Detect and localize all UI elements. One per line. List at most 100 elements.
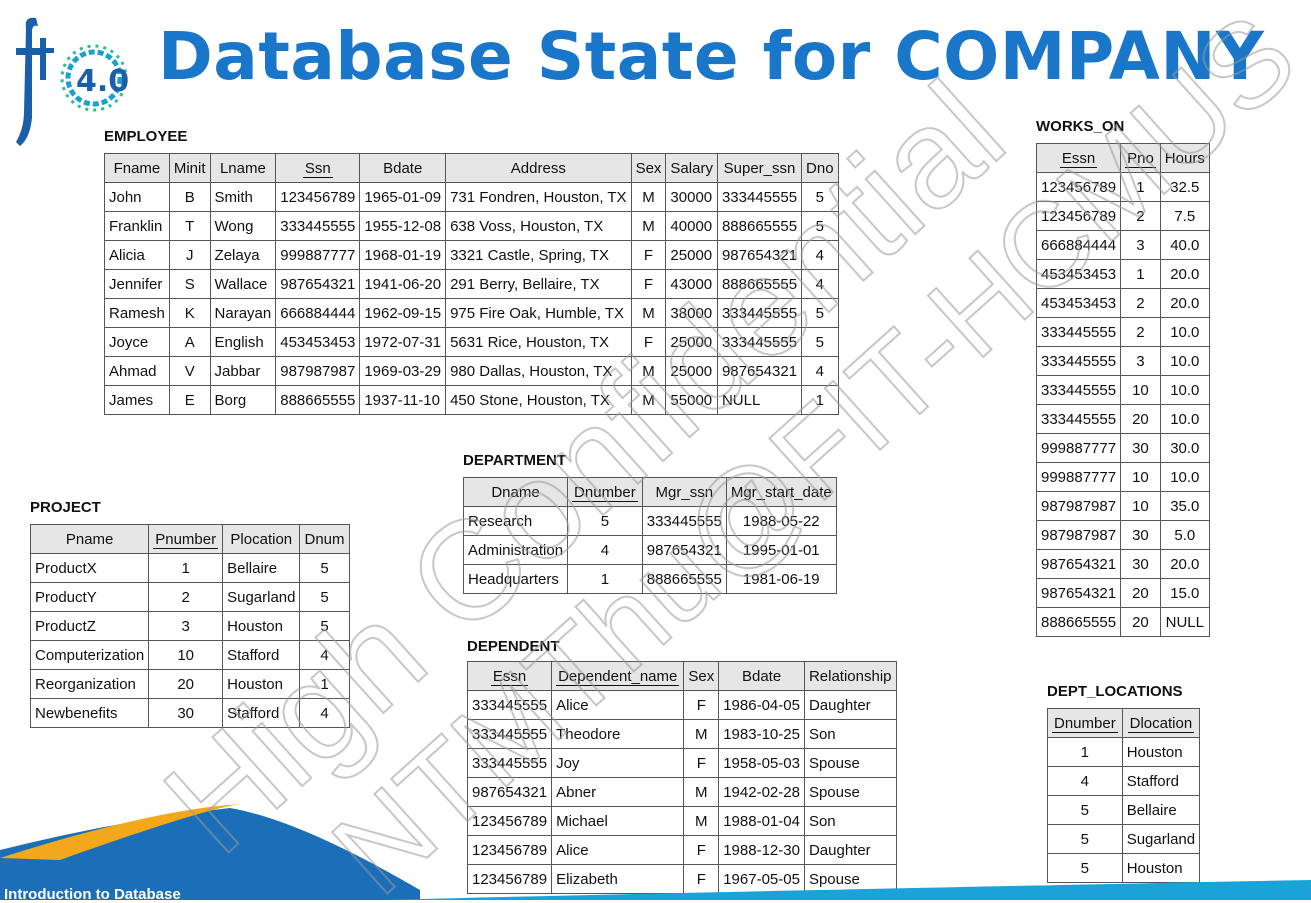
column-header: Dnumber — [567, 477, 643, 507]
table-row: 333445555 20 10.0 — [1035, 404, 1210, 434]
column-header: Mgr_ssn — [641, 477, 727, 507]
table-cell: 666884444 — [275, 298, 361, 328]
table-cell: 888665555 — [275, 385, 361, 415]
header-row: Dname Dnumber Mgr_ssn Mgr_start_date — [462, 477, 837, 507]
table-cell: 25000 — [665, 356, 718, 386]
table-row: 333445555 Alice F 1986-04-05 Daughter — [466, 690, 897, 720]
table-row: 888665555 20 NULL — [1035, 607, 1210, 637]
table-row: 987987987 30 5.0 — [1035, 520, 1210, 550]
table-cell: 4 — [801, 269, 839, 299]
column-header: Address — [445, 153, 632, 183]
table-cell: 333445555 — [1035, 317, 1122, 347]
table-cell: 1981-06-19 — [725, 564, 837, 594]
table-cell: Stafford — [222, 698, 301, 728]
table-cell: 1955-12-08 — [359, 211, 447, 241]
table-row: Alicia J Zelaya 999887777 1968-01-19 3321 Cas… — [104, 240, 839, 270]
table-cell: NULL — [1159, 607, 1210, 637]
table-cell: 5 — [299, 582, 350, 612]
table-cell: B — [168, 182, 211, 212]
table-row: Administration 4 987654321 1995-01-01 — [462, 535, 837, 565]
table-cell: 999887777 — [275, 240, 361, 270]
table-row: ProductZ 3 Houston 5 — [29, 611, 350, 641]
table-cell: 888665555 — [716, 269, 803, 299]
table-cell: Son — [803, 719, 897, 749]
table-cell: F — [683, 690, 720, 720]
table-cell: 333445555 — [716, 327, 803, 357]
table-cell: 1995-01-01 — [725, 535, 837, 565]
table-cell: 40000 — [665, 211, 718, 241]
table-cell: Stafford — [222, 640, 301, 670]
table-cell: 2 — [1120, 288, 1161, 318]
table-cell: Ahmad — [104, 356, 170, 386]
column-header: Dlocation — [1121, 708, 1201, 738]
table-cell: 987654321 — [275, 269, 361, 299]
table-cell: 888665555 — [716, 211, 803, 241]
department-table: Dname Dnumber Mgr_ssn Mgr_start_date Researc… — [462, 477, 837, 594]
table-cell: 888665555 — [641, 564, 727, 594]
table-row: 333445555 Joy F 1958-05-03 Spouse — [466, 748, 897, 778]
table-cell: 453453453 — [275, 327, 361, 357]
table-cell: 1983-10-25 — [718, 719, 805, 749]
table-row: 453453453 2 20.0 — [1035, 288, 1210, 318]
column-header: Salary — [665, 153, 718, 183]
footer-swoosh — [0, 804, 1311, 900]
table-cell: 30 — [1120, 520, 1161, 550]
table-cell: 20.0 — [1159, 288, 1210, 318]
table-cell: 5 — [801, 298, 839, 328]
table-cell: 20 — [1120, 404, 1161, 434]
table-row: ProductY 2 Sugarland 5 — [29, 582, 350, 612]
footer-course-title: Introduction to Database — [4, 886, 181, 903]
table-cell: 40.0 — [1159, 230, 1210, 260]
table-cell: 43000 — [665, 269, 718, 299]
table-cell: 55000 — [665, 385, 718, 415]
table-cell: 10.0 — [1159, 346, 1210, 376]
column-header: Dependent_name — [551, 661, 685, 691]
column-header: Essn — [466, 661, 553, 691]
table-cell: 1968-01-19 — [359, 240, 447, 270]
table-cell: Wallace — [209, 269, 277, 299]
table-cell: V — [168, 356, 211, 386]
table-cell: 15.0 — [1159, 578, 1210, 608]
table-cell: 1 — [801, 385, 839, 415]
table-cell: 333445555 — [1035, 375, 1122, 405]
table-cell: 987987987 — [1035, 491, 1122, 521]
table-cell: 4 — [299, 698, 350, 728]
table-cell: 4 — [801, 240, 839, 270]
table-cell: 987654321 — [716, 356, 803, 386]
table-cell: 5 — [801, 182, 839, 212]
table-cell: F — [630, 269, 667, 299]
table-row: 1 Houston — [1047, 737, 1201, 767]
table-cell: 4 — [299, 640, 350, 670]
table-cell: 10 — [1120, 375, 1161, 405]
table-cell: 333445555 — [716, 298, 803, 328]
table-cell: ProductY — [29, 582, 150, 612]
table-cell: K — [168, 298, 211, 328]
table-cell: 333445555 — [466, 690, 553, 720]
table-cell: 333445555 — [1035, 346, 1122, 376]
table-row: Newbenefits 30 Stafford 4 — [29, 698, 350, 728]
table-cell: 38000 — [665, 298, 718, 328]
table-cell: 10 — [1120, 462, 1161, 492]
column-header: Essn — [1035, 143, 1122, 173]
table-cell: 1962-09-15 — [359, 298, 447, 328]
table-cell: F — [630, 327, 667, 357]
table-cell: 20 — [1120, 578, 1161, 608]
table-row: ProductX 1 Bellaire 5 — [29, 553, 350, 583]
table-cell: 3321 Castle, Spring, TX — [445, 240, 632, 270]
table-cell: 1 — [148, 553, 224, 583]
table-cell: 291 Berry, Bellaire, TX — [445, 269, 632, 299]
logo-version: 4.0 — [76, 64, 129, 99]
header-row: Fname Minit Lname Ssn Bdate Address Sex Salary S… — [104, 153, 839, 183]
table-cell: 1 — [1047, 737, 1123, 767]
table-cell: 30000 — [665, 182, 718, 212]
table-cell: Borg — [209, 385, 277, 415]
column-header: Dnumber — [1047, 708, 1123, 738]
column-header: Mgr_start_date — [725, 477, 837, 507]
column-header: Ssn — [275, 153, 361, 183]
table-row: Jennifer S Wallace 987654321 1941-06-20 291 B… — [104, 269, 839, 299]
table-cell: 30.0 — [1159, 433, 1210, 463]
column-header: Super_ssn — [716, 153, 803, 183]
table-cell: 453453453 — [1035, 259, 1122, 289]
table-cell: 888665555 — [1035, 607, 1122, 637]
table-cell: John — [104, 182, 170, 212]
